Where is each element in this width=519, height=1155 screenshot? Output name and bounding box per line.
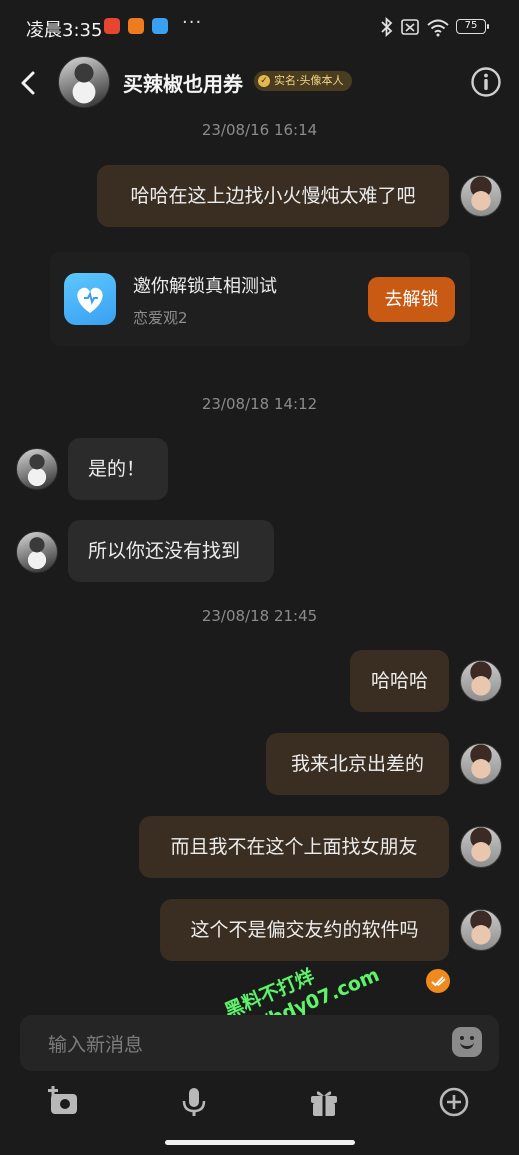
info-icon[interactable]	[470, 66, 502, 98]
battery-indicator: 75	[456, 19, 489, 34]
gift-icon[interactable]	[308, 1086, 340, 1118]
my-avatar[interactable]	[460, 743, 502, 785]
card-title: 邀你解锁真相测试	[133, 276, 277, 297]
cloud-app-icon	[152, 18, 168, 34]
sim-off-icon	[401, 19, 419, 35]
incoming-message[interactable]: 所以你还没有找到	[68, 520, 274, 582]
heart-app-icon	[64, 273, 116, 325]
back-arrow-icon[interactable]	[14, 68, 42, 98]
home-indicator[interactable]	[165, 1140, 355, 1145]
outgoing-message[interactable]: 哈哈哈	[350, 650, 449, 712]
bluetooth-icon	[381, 16, 393, 38]
status-time: 凌晨3:35	[26, 20, 103, 41]
status-bar: 凌晨3:35 ··· 75	[0, 0, 519, 56]
wifi-icon	[427, 19, 449, 37]
verification-badge: ✓ 实名·头像本人	[254, 71, 352, 91]
emoji-icon[interactable]	[452, 1027, 482, 1057]
outgoing-message[interactable]: 哈哈在这上边找小火慢炖太难了吧	[97, 165, 449, 227]
contact-avatar[interactable]	[58, 56, 110, 108]
timestamp: 23/08/18 21:45	[201, 607, 318, 625]
app-notification-icon	[104, 18, 120, 34]
fox-app-icon	[128, 18, 144, 34]
contact-message-avatar[interactable]	[16, 531, 58, 573]
my-avatar[interactable]	[460, 660, 502, 702]
timestamp: 23/08/18 14:12	[201, 395, 318, 413]
camera-plus-icon[interactable]	[48, 1086, 80, 1118]
message-input[interactable]: 输入新消息	[20, 1015, 499, 1071]
card-subtitle: 恋爱观2	[133, 309, 188, 327]
my-avatar[interactable]	[460, 826, 502, 868]
my-avatar[interactable]	[460, 909, 502, 951]
verified-check-icon: ✓	[258, 75, 270, 87]
chat-screen: 凌晨3:35 ··· 75 买辣椒也用券 ✓ 实名·头像本人 23/08/16 …	[0, 0, 519, 1155]
verification-badge-label: 实名·头像本人	[274, 74, 344, 87]
message-input-placeholder: 输入新消息	[48, 1034, 144, 1056]
timestamp: 23/08/16 16:14	[201, 121, 318, 139]
outgoing-message[interactable]: 我来北京出差的	[266, 733, 449, 795]
chat-header: 买辣椒也用券 ✓ 实名·头像本人	[0, 56, 519, 112]
composer-toolbar	[0, 1082, 519, 1122]
more-notifications-icon: ···	[182, 12, 203, 33]
plus-circle-icon[interactable]	[438, 1086, 470, 1118]
read-receipt-icon	[426, 969, 450, 993]
contact-message-avatar[interactable]	[16, 448, 58, 490]
test-invite-card[interactable]: 邀你解锁真相测试 恋爱观2 去解锁	[50, 252, 470, 346]
unlock-button[interactable]: 去解锁	[368, 277, 455, 322]
incoming-message[interactable]: 是的！	[68, 438, 168, 500]
microphone-icon[interactable]	[178, 1086, 210, 1118]
my-avatar[interactable]	[460, 175, 502, 217]
contact-name[interactable]: 买辣椒也用券	[123, 68, 243, 97]
outgoing-message[interactable]: 而且我不在这个上面找女朋友	[139, 816, 449, 878]
